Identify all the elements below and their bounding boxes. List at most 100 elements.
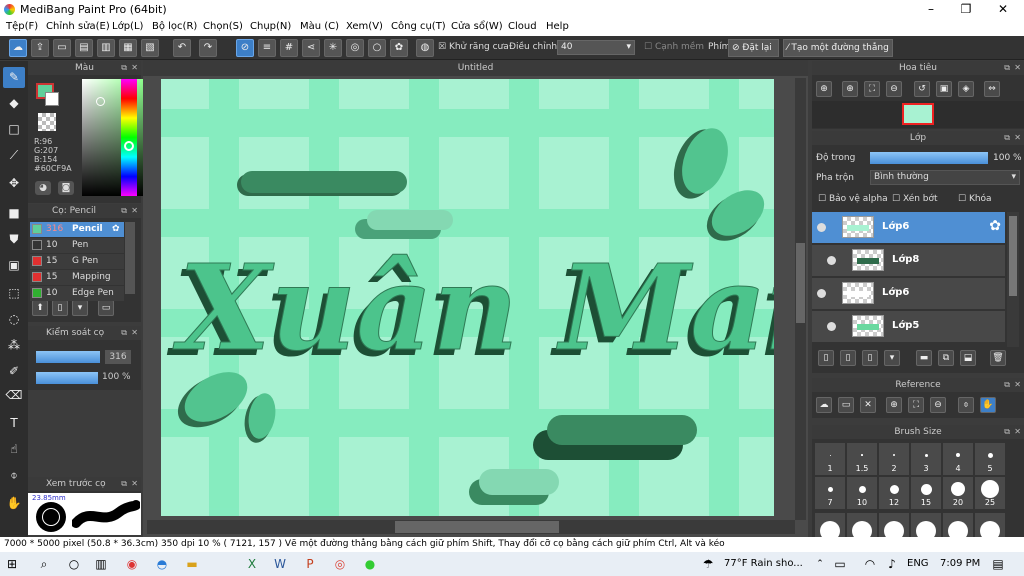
menu-cloud[interactable]: Cloud [508,21,537,32]
layer-row[interactable]: Lớp8 [812,245,1005,277]
brush-size-cell[interactable] [879,513,909,537]
actual-size-icon[interactable]: ▣ [936,81,952,97]
menu-help[interactable]: Help [546,21,569,32]
protect-alpha-checkbox[interactable]: ☐ Bảo vệ alpha [818,194,888,204]
brush-list-item[interactable]: 10 Edge Pen [30,286,124,301]
share-icon[interactable]: ⇪ [31,39,49,57]
text-tool-icon[interactable]: T [3,413,25,434]
visibility-eye-icon[interactable] [817,223,826,232]
menu-select[interactable]: Chọn(S) [203,21,243,32]
weather-text[interactable]: 77°F Rain sho... [724,558,803,569]
menu-tools[interactable]: Công cụ(T) [391,21,446,32]
brush-size-cell[interactable]: 15 [911,477,941,509]
menu-file[interactable]: Tệp(F) [6,21,38,32]
menu-snap[interactable]: Chụp(N) [250,21,291,32]
powerpoint-icon[interactable]: P [302,556,318,572]
menu-edit[interactable]: Chỉnh sửa(E) [46,21,110,32]
new-layer-icon[interactable]: ▯ [818,350,834,366]
zoom-plus-icon[interactable]: ⊕ [842,81,858,97]
brush-size-cell[interactable] [911,513,941,537]
task-view-icon[interactable]: ○ [66,556,82,572]
undock-icon[interactable]: ⧉ [1004,133,1010,143]
close-icon[interactable]: ✕ [131,206,138,215]
clock[interactable]: 7:09 PM [940,558,980,569]
tile-icon[interactable]: ▧ [141,39,159,57]
close-ref-icon[interactable]: ✕ [860,397,876,413]
rotate-left-icon[interactable]: ↺ [914,81,930,97]
undock-icon[interactable]: ⧉ [1004,427,1010,437]
menu-view[interactable]: Xem(V) [346,21,383,32]
network-icon[interactable]: ▭ [832,556,848,572]
blend-select[interactable]: Bình thường ▾ [870,170,1020,185]
brush-size-slider[interactable] [36,351,100,363]
horizontal-scroll-thumb[interactable] [395,521,559,533]
duplicate-layer-icon[interactable]: ⧉ [938,350,954,366]
undock-icon[interactable]: ⧉ [121,479,127,489]
vertical-scroll-thumb[interactable] [796,243,805,323]
palette-icon[interactable]: ◕ [35,181,51,195]
circle-snap-icon[interactable]: ◎ [346,39,364,57]
brush-size-cell[interactable]: 4 [943,443,973,475]
transparent-swatch[interactable] [38,113,56,131]
wifi-icon[interactable]: ◠ [862,556,878,572]
layer-row[interactable]: Lớp6 [812,278,1005,310]
picker-cursor[interactable] [96,97,105,106]
curve-snap-icon[interactable]: ○ [368,39,386,57]
brush-size-cell[interactable]: 3 [911,443,941,475]
zoom-out-icon[interactable]: ⊖ [886,81,902,97]
new-layer-8bit-icon[interactable]: ▯ [840,350,856,366]
close-icon[interactable]: ✕ [131,328,138,337]
brush-size-cell[interactable] [847,513,877,537]
hue-slider[interactable] [121,79,137,196]
close-icon[interactable]: ✕ [131,63,138,72]
undock-icon[interactable]: ⧉ [1004,380,1010,390]
comment-icon[interactable]: ▭ [53,39,71,57]
brush-size-cell[interactable]: 10 [847,477,877,509]
brush-list-item[interactable]: 15Mapping Pe [30,270,124,297]
ref-zoom-in-icon[interactable]: ⊕ [886,397,902,413]
widgets-icon[interactable]: ▥ [93,556,109,572]
new-brush-icon[interactable]: ▯ [52,300,68,316]
brush-list-item[interactable]: 15 G Pen [30,254,124,269]
brush-list-item[interactable]: 10 Pen [30,238,124,253]
weather-icon[interactable]: ☂ [700,556,716,572]
close-icon[interactable]: ✕ [1014,427,1021,436]
windows-start-icon[interactable]: ⊞ [4,556,20,572]
bucket-tool-icon[interactable]: ⛊ [3,229,25,250]
language-indicator[interactable]: ENG [907,558,929,569]
canvas-tab[interactable]: Untitled [143,60,808,76]
menu-color[interactable]: Màu (C) [300,21,339,32]
soft-edge-checkbox[interactable]: ☐ Cạnh mềm [644,42,704,52]
select-eraser-tool-icon[interactable]: ⌫ [3,385,25,406]
radial-snap-icon[interactable]: ✳ [324,39,342,57]
reset-button[interactable]: ⊘ Đặt lại [728,39,779,57]
select-tool-icon[interactable]: ⬚ [3,283,25,304]
hue-slider-handle[interactable] [124,141,134,151]
make-line-button[interactable]: ⁄ Tạo một đường thẳng [783,39,893,57]
brush-size-value[interactable]: 316 [105,350,131,364]
brush-size-cell[interactable]: 12 [879,477,909,509]
layer-scrollbar[interactable] [1007,212,1019,347]
merge-down-icon[interactable]: ⬓ [960,350,976,366]
menu-window[interactable]: Cửa sổ(W) [451,21,503,32]
panel-icon[interactable]: ▤ [75,39,93,57]
select-pen-tool-icon[interactable]: ✐ [3,361,25,382]
brush-size-cell[interactable]: 25 [975,477,1005,509]
layer-row[interactable]: Lớp6 ✿ [812,212,1005,244]
search-icon[interactable]: ⌕ [36,556,52,572]
menu-filter[interactable]: Bộ lọc(R) [152,21,197,32]
line-tool-icon[interactable]: ⟋ [3,145,25,166]
layer-scroll-thumb[interactable] [1009,216,1017,296]
brush-size-cell[interactable]: 5 [975,443,1005,475]
fill-shape-tool-icon[interactable]: ■ [3,203,25,224]
eyedropper-tool-icon[interactable]: ⌽ [3,465,25,486]
open-folder-icon[interactable]: ▭ [838,397,854,413]
close-icon[interactable]: ✕ [1014,133,1021,142]
brush-menu-icon[interactable]: ▾ [72,300,88,316]
brush-size-cell[interactable] [943,513,973,537]
brush-size-cell[interactable]: 20 [943,477,973,509]
ellipse-snap-icon[interactable]: ◍ [416,39,434,57]
ref-fit-icon[interactable]: ⛶ [908,397,924,413]
file-explorer-icon[interactable]: ▬ [184,556,200,572]
background-color-swatch[interactable] [45,92,59,106]
